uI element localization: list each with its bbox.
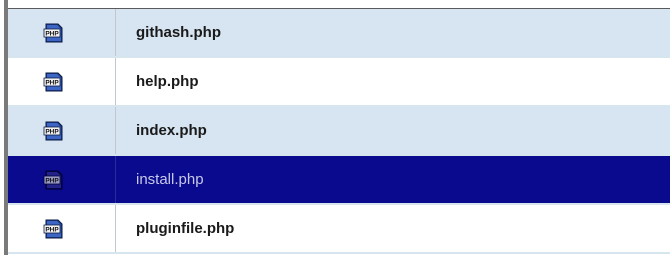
- file-name: pluginfile.php: [136, 220, 235, 237]
- file-name: githash.php: [136, 24, 221, 41]
- file-row-index[interactable]: PHP index.php: [8, 107, 670, 156]
- php-file-icon: PHP: [43, 72, 63, 92]
- svg-text:PHP: PHP: [45, 178, 59, 185]
- icon-cell: PHP: [8, 107, 116, 154]
- svg-text:PHP: PHP: [45, 129, 59, 136]
- php-file-icon: PHP: [43, 23, 63, 43]
- icon-cell: PHP: [8, 9, 116, 56]
- php-file-icon: PHP: [43, 219, 63, 239]
- php-file-icon: PHP: [43, 170, 63, 190]
- file-name: index.php: [136, 122, 207, 139]
- file-browser: PHP githash.php PHP help.php PHP index.p…: [0, 0, 670, 255]
- file-row-help[interactable]: PHP help.php: [8, 58, 670, 107]
- icon-cell: PHP: [8, 156, 116, 203]
- file-row-install[interactable]: PHP install.php: [8, 156, 670, 205]
- file-row-pluginfile[interactable]: PHP pluginfile.php: [8, 205, 670, 254]
- file-list: PHP githash.php PHP help.php PHP index.p…: [8, 9, 670, 255]
- svg-text:PHP: PHP: [45, 31, 59, 38]
- file-name: help.php: [136, 73, 199, 90]
- svg-text:PHP: PHP: [45, 80, 59, 87]
- icon-cell: PHP: [8, 58, 116, 105]
- file-name: install.php: [136, 171, 204, 188]
- file-row-githash[interactable]: PHP githash.php: [8, 9, 670, 58]
- php-file-icon: PHP: [43, 121, 63, 141]
- svg-text:PHP: PHP: [45, 227, 59, 234]
- icon-cell: PHP: [8, 205, 116, 252]
